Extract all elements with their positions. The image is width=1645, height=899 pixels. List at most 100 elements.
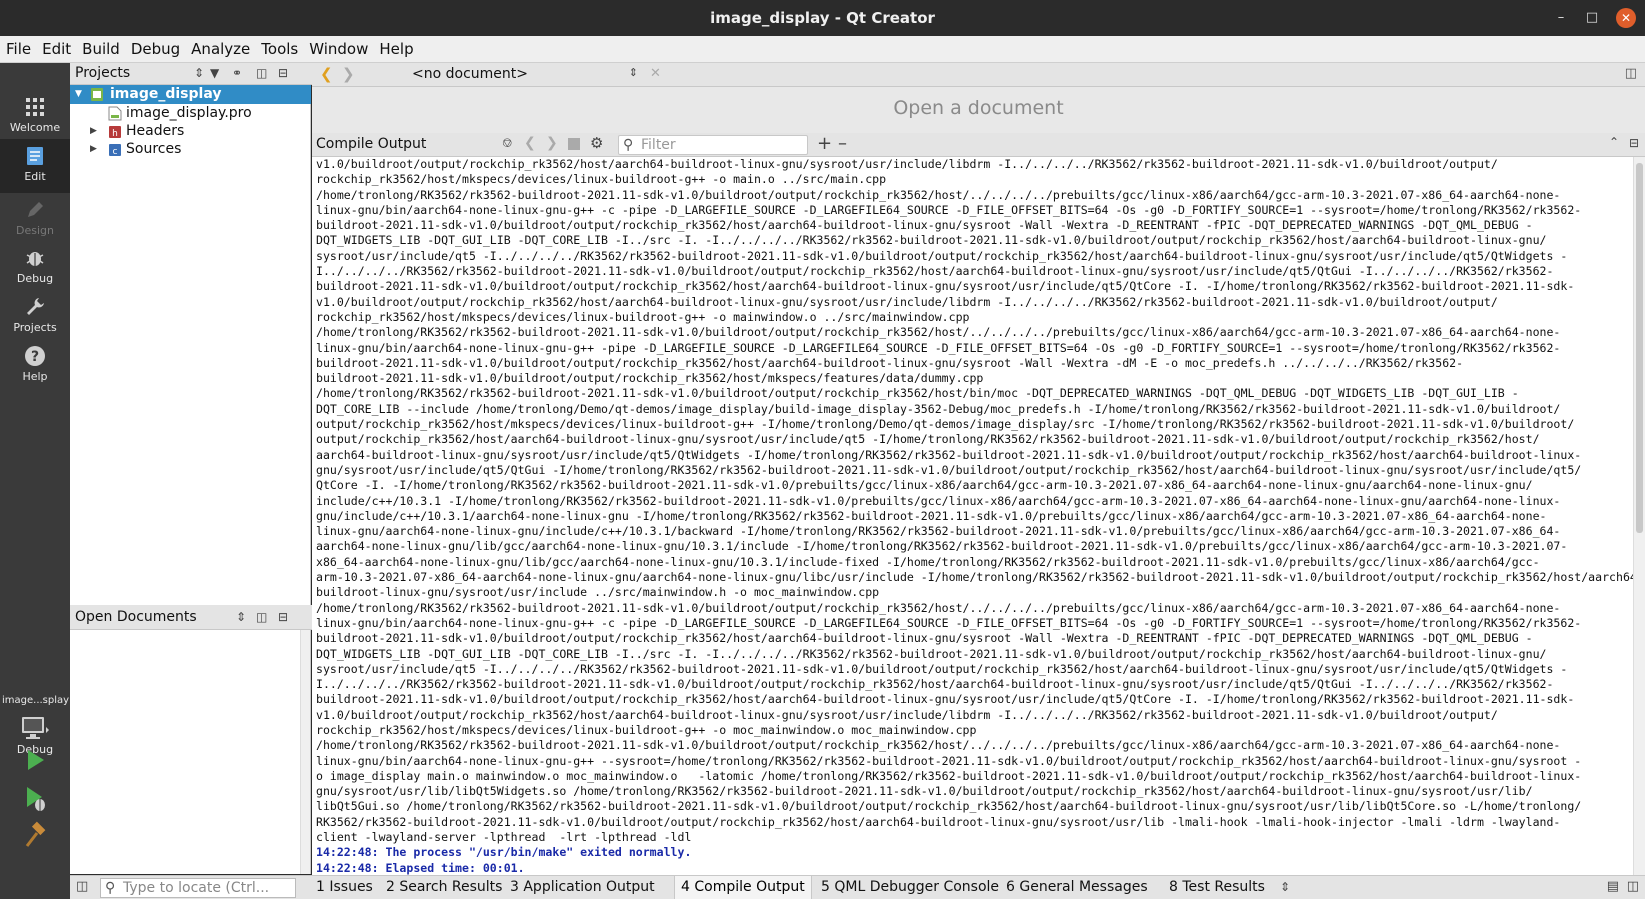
- tree-item-pro-file[interactable]: image_display.pro: [70, 104, 311, 123]
- split-editor-icon[interactable]: ◫: [1625, 66, 1637, 81]
- menu-tools[interactable]: Tools: [255, 36, 303, 63]
- zoom-out-icon[interactable]: –: [838, 133, 847, 154]
- log-line: DQT_WIDGETS_LIB -DQT_GUI_LIB -DQT_CORE_L…: [316, 233, 1547, 248]
- menu-edit[interactable]: Edit: [36, 36, 76, 63]
- scrollbar[interactable]: [300, 630, 310, 874]
- tree-item-sources[interactable]: ▶ c Sources: [70, 140, 311, 159]
- close-icon[interactable]: ✕: [1616, 8, 1636, 28]
- compile-output-text-area[interactable]: v1.0/buildroot/output/rockchip_rk3562/ho…: [312, 157, 1645, 875]
- menu-debug[interactable]: Debug: [125, 36, 185, 63]
- split-icon[interactable]: ◫: [256, 66, 267, 80]
- run-icon[interactable]: [20, 745, 50, 775]
- collapse-arrow-icon[interactable]: ▶: [90, 144, 97, 154]
- editor-toolbar: ❮ ❯ <no document> ⇕ ✕ ◫: [312, 63, 1645, 87]
- log-line: linux-gnu/bin/aarch64-none-linux-gnu-g++…: [316, 340, 1561, 355]
- compile-output-title: Compile Output: [316, 136, 427, 152]
- tab-test-results[interactable]: 8 Test Results: [1163, 876, 1271, 899]
- build-hammer-icon[interactable]: [20, 821, 50, 851]
- mode-projects[interactable]: Projects: [0, 290, 70, 338]
- menu-help[interactable]: Help: [373, 36, 418, 63]
- filter-icon[interactable]: ▼: [210, 66, 219, 80]
- expand-arrow-icon[interactable]: ▼: [75, 89, 82, 99]
- tab-search-results[interactable]: 2 Search Results: [380, 876, 508, 899]
- search-icon: ⚲: [105, 880, 116, 896]
- prev-item-icon[interactable]: ❮: [524, 135, 536, 151]
- toggle-sidebar-icon[interactable]: ◫: [76, 879, 88, 894]
- close-document-icon[interactable]: ✕: [650, 66, 661, 81]
- settings-gear-icon[interactable]: ⚙: [590, 134, 603, 152]
- headers-folder-icon: h: [109, 126, 121, 139]
- log-line: buildroot-2021.11-sdk-v1.0/buildroot/out…: [316, 218, 1533, 233]
- tab-compile-output[interactable]: 4 Compile Output: [674, 876, 812, 899]
- tab-qml-debugger-console[interactable]: 5 QML Debugger Console: [815, 876, 1005, 899]
- minimize-icon[interactable]: –: [1551, 8, 1571, 28]
- log-line: I../../../../RK3562/rk3562-buildroot-202…: [316, 264, 1554, 279]
- log-line: v1.0/buildroot/output/rockchip_rk3562/ho…: [316, 707, 1498, 722]
- stop-icon[interactable]: [568, 138, 580, 150]
- scrollbar[interactable]: [1633, 157, 1645, 875]
- mode-label: Design: [16, 224, 54, 237]
- mode-debug[interactable]: Debug: [0, 241, 70, 289]
- collapse-arrow-icon[interactable]: ▶: [90, 126, 97, 136]
- tab-application-output[interactable]: 3 Application Output: [504, 876, 661, 899]
- split-icon[interactable]: ◫: [256, 610, 267, 624]
- compile-output-header: Compile Output ⎊ ❮ ❯ ⚙ ⚲ Filter + – ⌃ ⊟: [312, 133, 1645, 157]
- open-document-placeholder: Open a document: [893, 97, 1064, 119]
- log-line: RK3562/rk3562-buildroot-2021.11-sdk-v1.0…: [316, 814, 1561, 829]
- zoom-in-icon[interactable]: +: [817, 133, 832, 154]
- clear-output-icon[interactable]: ⎊: [502, 136, 512, 151]
- scrollbar-thumb[interactable]: [1636, 163, 1643, 533]
- updown-arrows-icon[interactable]: ⇕: [236, 610, 246, 624]
- menu-analyze[interactable]: Analyze: [185, 36, 255, 63]
- log-line: I../../../../RK3562/rk3562-buildroot-202…: [316, 677, 1554, 692]
- tab-issues[interactable]: 1 Issues: [310, 876, 379, 899]
- tree-item-project[interactable]: ▼ image_display: [70, 85, 311, 104]
- menu-file[interactable]: File: [0, 36, 36, 63]
- close-pane-icon[interactable]: ⊟: [1629, 136, 1639, 150]
- mode-help[interactable]: ? Help: [0, 339, 70, 387]
- open-documents-header: Open Documents ⇕ ◫ ⊟: [70, 605, 312, 630]
- log-line: linux-gnu/bin/aarch64-none-linux-gnu-g++…: [316, 202, 1582, 217]
- log-line: linux-gnu/bin/aarch64-none-linux-gnu-g++…: [316, 753, 1582, 768]
- filter-input[interactable]: ⚲ Filter: [618, 135, 808, 155]
- back-arrow-icon[interactable]: ❮: [320, 65, 333, 83]
- menu-bar: File Edit Build Debug Analyze Tools Window Help: [0, 36, 1645, 63]
- document-combo-label: <no document>: [412, 66, 528, 82]
- maximize-pane-icon[interactable]: ⌃: [1609, 135, 1619, 149]
- log-line: buildroot-2021.11-sdk-v1.0/buildroot/out…: [316, 355, 1464, 370]
- toggle-right-sidebar-icon[interactable]: ◫: [1627, 879, 1639, 894]
- mode-label: Help: [22, 370, 48, 383]
- toggle-output-pane-icon[interactable]: ▤: [1607, 879, 1619, 894]
- log-line: buildroot-2021.11-sdk-v1.0/buildroot/out…: [316, 371, 984, 386]
- locator-placeholder: Type to locate (Ctrl...: [123, 880, 270, 896]
- wrench-icon: [27, 298, 44, 315]
- forward-arrow-icon[interactable]: ❯: [342, 65, 355, 83]
- tree-item-headers[interactable]: ▶ h Headers: [70, 122, 311, 141]
- mode-welcome[interactable]: Welcome: [0, 90, 70, 138]
- close-pane-icon[interactable]: ⊟: [278, 610, 288, 624]
- log-status-line: 14:22:48: The process "/usr/bin/make" ex…: [316, 845, 692, 860]
- link-icon[interactable]: ⚭: [232, 66, 242, 80]
- log-line: /home/tronlong/RK3562/rk3562-buildroot-2…: [316, 325, 1561, 340]
- mode-design[interactable]: Design: [0, 193, 70, 241]
- updown-arrows-icon[interactable]: ⇕: [194, 66, 204, 80]
- title-bar: image_display - Qt Creator – □ ✕: [0, 0, 1645, 36]
- more-tabs-arrows-icon[interactable]: ⇕: [1280, 880, 1290, 894]
- svg-text:h: h: [112, 129, 118, 139]
- close-pane-icon[interactable]: ⊟: [278, 66, 288, 80]
- document-combo[interactable]: <no document> ⇕: [412, 66, 642, 84]
- menu-build[interactable]: Build: [76, 36, 125, 63]
- mode-bar: Welcome Edit Design Debug Projects ? Hel…: [0, 63, 70, 899]
- locator-input[interactable]: ⚲ Type to locate (Ctrl...: [100, 878, 296, 898]
- next-item-icon[interactable]: ❯: [546, 135, 558, 151]
- debug-run-icon[interactable]: [20, 783, 50, 813]
- mode-edit[interactable]: Edit: [0, 139, 70, 193]
- tab-general-messages[interactable]: 6 General Messages: [1000, 876, 1154, 899]
- log-line: client -lwayland-server -lpthread -lrt -…: [316, 830, 692, 845]
- log-line: gnu/include/c++/10.3.1/aarch64-none-linu…: [316, 508, 1547, 523]
- menu-window[interactable]: Window: [303, 36, 373, 63]
- log-status-line: 14:22:48: Elapsed time: 00:01.: [316, 860, 525, 875]
- log-line: o image_display main.o mainwindow.o moc_…: [316, 768, 1582, 783]
- maximize-icon[interactable]: □: [1582, 8, 1602, 28]
- log-line: v1.0/buildroot/output/rockchip_rk3562/ho…: [316, 294, 1498, 309]
